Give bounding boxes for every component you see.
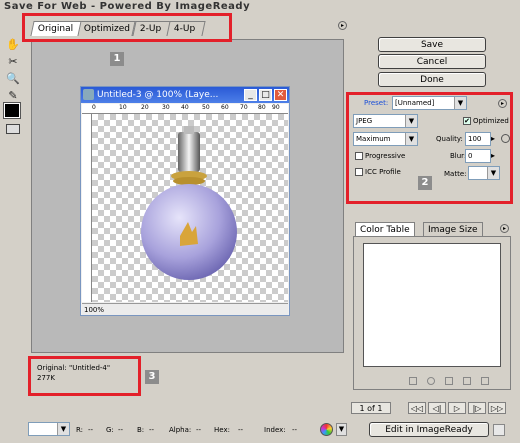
- quality-slider-arrow-icon[interactable]: ▸: [491, 132, 499, 146]
- toolbox: ✋ ✂ 🔍 ✎: [3, 35, 23, 104]
- imageready-icon[interactable]: [493, 424, 505, 436]
- status-hex: Hex:: [214, 426, 230, 434]
- lock-color-icon[interactable]: [445, 377, 453, 385]
- blur-slider-arrow-icon[interactable]: ▸: [491, 149, 499, 163]
- canvas-transparent[interactable]: [92, 114, 288, 302]
- optimization-settings: Preset: [Unnamed] ▼ ▸ JPEG ▼ ✔ Optimized …: [350, 95, 510, 205]
- color-table-panel: Color Table Image Size ▸: [351, 222, 513, 392]
- map-transparency-icon[interactable]: [409, 377, 417, 385]
- cancel-button[interactable]: Cancel: [378, 54, 486, 69]
- document-icon: [83, 89, 94, 100]
- zoom-select[interactable]: ▼: [28, 422, 70, 436]
- quality-mask-icon[interactable]: [501, 134, 510, 143]
- eyedropper-icon[interactable]: ✎: [4, 87, 22, 103]
- close-icon[interactable]: ✕: [274, 89, 287, 101]
- slice-select-icon[interactable]: ✂: [4, 53, 22, 69]
- callout-number-3: 3: [145, 370, 159, 384]
- animation-controls: 1 of 1 ◁◁ ◁| ▷ |▷ ▷▷: [351, 402, 513, 415]
- image-window-title: Untitled-3 @ 100% (Laye...: [97, 90, 219, 100]
- perfume-bottle-image: [141, 126, 237, 280]
- settings-menu-icon[interactable]: ▸: [498, 99, 507, 108]
- browser-preview-icon[interactable]: [320, 423, 333, 436]
- status-alpha: Alpha:: [169, 426, 192, 434]
- chevron-down-icon: ▼: [454, 97, 466, 109]
- next-frame-icon[interactable]: |▷: [468, 402, 486, 414]
- image-window: Untitled-3 @ 100% (Laye... _ □ ✕ 0 10 20…: [80, 86, 290, 316]
- window-title: Save For Web - Powered By ImageReady: [4, 1, 251, 12]
- matte-select[interactable]: ▼: [468, 166, 500, 180]
- image-window-status: 100%: [82, 303, 288, 315]
- status-bar: ▼ R: -- G: -- B: -- Alpha: -- Hex: -- In…: [0, 420, 520, 443]
- quality-field[interactable]: 100: [465, 132, 491, 146]
- prev-frame-icon[interactable]: ◁|: [428, 402, 446, 414]
- status-r: R:: [76, 426, 84, 434]
- blur-field[interactable]: 0: [465, 149, 491, 163]
- trash-icon[interactable]: [481, 377, 489, 385]
- progressive-checkbox[interactable]: Progressive: [355, 151, 405, 161]
- tab-image-size[interactable]: Image Size: [423, 222, 483, 236]
- tab-4up[interactable]: 4-Up: [166, 21, 206, 36]
- play-icon[interactable]: ▷: [448, 402, 466, 414]
- last-frame-icon[interactable]: ▷▷: [488, 402, 506, 414]
- done-button[interactable]: Done: [378, 72, 486, 87]
- save-button[interactable]: Save: [378, 37, 486, 52]
- ruler-vertical: [82, 114, 92, 302]
- tab-color-table[interactable]: Color Table: [355, 222, 415, 236]
- hand-icon[interactable]: ✋: [4, 36, 22, 52]
- chevron-down-icon: ▼: [405, 115, 417, 127]
- chevron-down-icon: ▼: [405, 133, 417, 145]
- view-menu-icon[interactable]: ▸: [338, 21, 347, 30]
- zoom-readout: 100%: [84, 306, 105, 314]
- icc-profile-checkbox[interactable]: ICC Profile: [355, 167, 401, 177]
- new-color-icon[interactable]: [463, 377, 471, 385]
- tab-optimized[interactable]: Optimized: [76, 21, 136, 36]
- maximize-icon[interactable]: □: [259, 89, 272, 101]
- ruler-horizontal: 0 10 20 30 40 50 60 70 80 90: [82, 104, 288, 114]
- frame-counter: 1 of 1: [351, 402, 391, 414]
- zoom-icon[interactable]: 🔍: [4, 70, 22, 86]
- quality-preset-select[interactable]: Maximum ▼: [353, 132, 418, 146]
- checkmark-icon: ✔: [463, 117, 471, 125]
- matte-label: Matte:: [444, 170, 467, 178]
- eyedropper-color-icon[interactable]: [3, 102, 21, 119]
- edit-in-imageready-button[interactable]: Edit in ImageReady: [369, 422, 489, 437]
- status-index: Index:: [264, 426, 286, 434]
- original-size: 277K: [37, 374, 55, 382]
- quality-label: Quality:: [436, 135, 463, 143]
- first-frame-icon[interactable]: ◁◁: [408, 402, 426, 414]
- panel-menu-icon[interactable]: ▸: [500, 224, 509, 233]
- toggle-slices-icon[interactable]: [6, 124, 20, 134]
- original-name: Original: "Untitled-4": [37, 364, 111, 372]
- optimized-checkbox[interactable]: ✔ Optimized: [463, 116, 509, 126]
- minimize-icon[interactable]: _: [244, 89, 257, 101]
- chevron-down-icon: ▼: [57, 423, 69, 435]
- preset-select[interactable]: [Unnamed] ▼: [392, 96, 467, 110]
- color-table-grid: [363, 243, 501, 367]
- tab-original[interactable]: Original: [30, 21, 82, 36]
- status-b: B:: [137, 426, 145, 434]
- chevron-down-icon: ▼: [487, 167, 499, 179]
- image-window-titlebar[interactable]: Untitled-3 @ 100% (Laye... _ □ ✕: [81, 87, 289, 103]
- format-select[interactable]: JPEG ▼: [353, 114, 418, 128]
- blur-label: Blur:: [450, 152, 467, 160]
- status-g: G:: [106, 426, 114, 434]
- image-info: Original: "Untitled-4" 277K: [31, 353, 344, 398]
- web-shift-icon[interactable]: [427, 377, 435, 385]
- callout-number-1: 1: [110, 52, 124, 66]
- preset-label: Preset:: [364, 99, 389, 107]
- chevron-down-icon[interactable]: ▼: [336, 423, 347, 436]
